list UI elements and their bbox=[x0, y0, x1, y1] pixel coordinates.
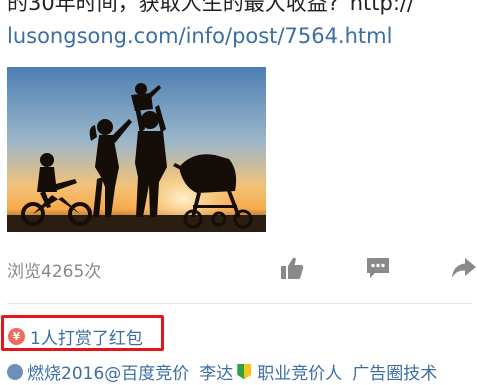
verified-badge-icon bbox=[237, 363, 252, 380]
reward-label: 1人打赏了红包 bbox=[30, 329, 143, 349]
rewarder-item[interactable]: 广告圈技术 bbox=[352, 359, 437, 384]
comment-icon bbox=[367, 258, 389, 278]
reward-summary[interactable]: ¥ 1人打赏了红包 bbox=[8, 324, 143, 349]
thumbs-up-icon bbox=[281, 257, 304, 279]
rewarder-name: 李达 bbox=[199, 364, 234, 384]
rewarder-name: 燃烧2016@百度竞价 bbox=[27, 364, 190, 384]
share-button[interactable] bbox=[448, 252, 477, 284]
like-button[interactable] bbox=[276, 252, 308, 284]
yen-icon: ¥ bbox=[8, 328, 25, 345]
post-url-link[interactable]: lusongsong.com/info/post/7564.html bbox=[7, 20, 472, 53]
post-text-line: 的30年时间，获取人生的最大收益?”http:// bbox=[7, 0, 415, 15]
post-page: 的30年时间，获取人生的最大收益?”http:// lusongsong.com… bbox=[0, 0, 477, 385]
rewarder-item[interactable]: 李达 职业竞价人 bbox=[199, 359, 342, 384]
comment-button[interactable] bbox=[362, 252, 394, 284]
post-stats-row: 浏览4265次 bbox=[0, 250, 477, 286]
rewarder-list: 燃烧2016@百度竞价 李达 职业竞价人 广告圈技术 bbox=[7, 359, 477, 384]
share-arrow-icon bbox=[452, 258, 476, 278]
family-silhouette-image bbox=[7, 67, 266, 232]
section-divider bbox=[7, 303, 472, 304]
view-count: 浏览4265次 bbox=[7, 262, 102, 282]
post-photo-family-silhouette[interactable] bbox=[7, 67, 266, 232]
post-body-text: 的30年时间，获取人生的最大收益?”http:// lusongsong.com… bbox=[7, 0, 472, 53]
rewarder-item[interactable]: 燃烧2016@百度竞价 bbox=[7, 359, 189, 384]
user-avatar-icon bbox=[7, 363, 23, 380]
rewarder-title: 职业竞价人 bbox=[257, 364, 343, 384]
